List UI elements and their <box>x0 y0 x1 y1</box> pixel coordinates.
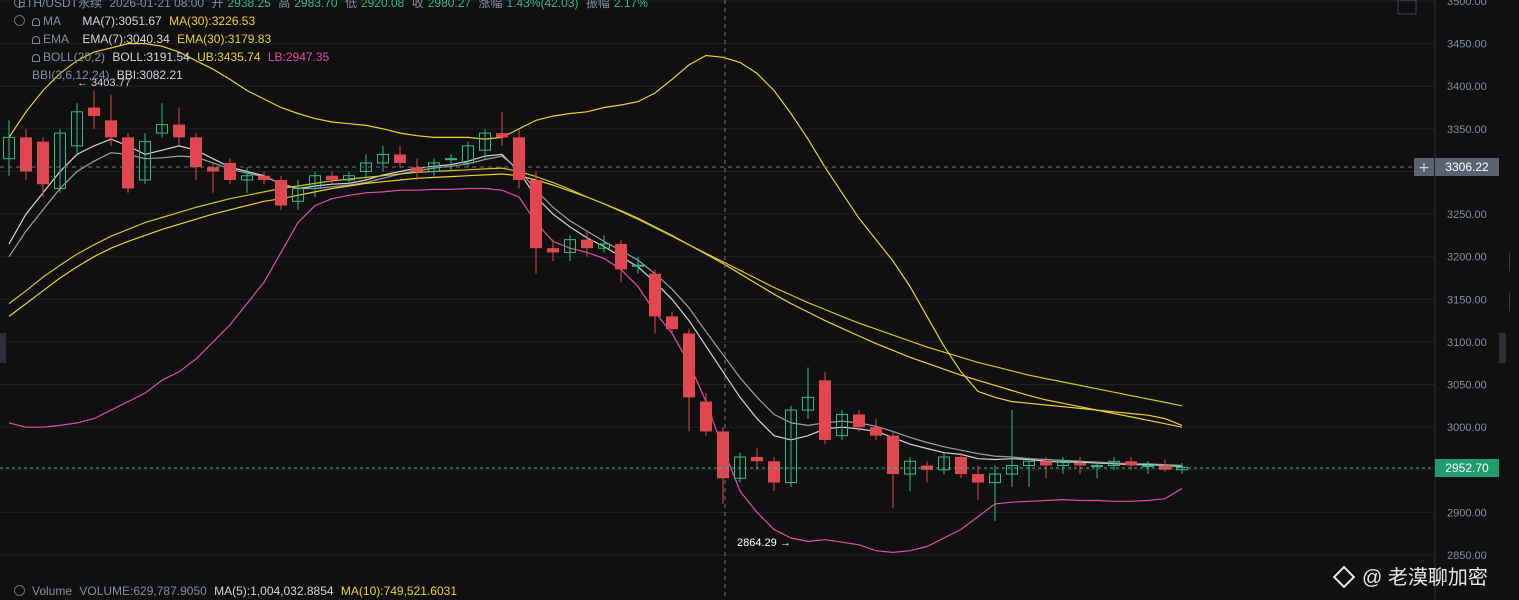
candle-body <box>632 264 644 267</box>
candle-body <box>751 456 763 462</box>
candle-body <box>768 461 780 483</box>
y-tick-label: 3050.00 <box>1447 380 1487 392</box>
candle-body <box>581 239 593 249</box>
side-tool-icon[interactable] <box>1509 293 1519 311</box>
series-line-ma-7-b <box>8 152 1183 467</box>
series-line-ma-30- <box>8 173 1183 428</box>
candle-body <box>173 124 185 138</box>
candle-body <box>20 137 32 172</box>
y-tick-label: 3100.00 <box>1447 337 1487 349</box>
candle-body <box>326 175 338 180</box>
candle-body <box>870 427 882 436</box>
y-tick-label: 3250.00 <box>1447 209 1487 221</box>
candle-body <box>122 137 134 189</box>
crosshair-price-tag: 3306.22 <box>1435 158 1499 176</box>
candle-body <box>190 137 202 168</box>
candle-body <box>717 431 729 479</box>
watermark: @ 老漠聊加密 <box>1332 561 1488 590</box>
y-tick-label: 3150.00 <box>1447 294 1487 306</box>
candle-body <box>1040 461 1052 466</box>
kline-chart[interactable]: 3500.003450.003400.003350.003300.003250.… <box>0 0 1519 600</box>
side-tool-icon[interactable] <box>1509 253 1519 271</box>
candle-body <box>972 474 984 483</box>
candle-body <box>683 333 695 398</box>
candle-body <box>615 243 627 270</box>
candle-body <box>207 167 219 172</box>
candle-body <box>258 175 270 180</box>
indicator-lines <box>8 43 1183 554</box>
candle-body <box>513 137 525 180</box>
candle-body <box>955 456 967 475</box>
candle-body <box>819 380 831 440</box>
candle-body <box>445 158 457 161</box>
left-collapse-handle[interactable] <box>0 333 6 363</box>
y-tick-label: 3500.00 <box>1447 0 1487 8</box>
candle-body <box>666 316 678 330</box>
candle-body <box>700 401 712 432</box>
y-tick-label: 3000.00 <box>1447 422 1487 434</box>
candle-body <box>275 179 287 206</box>
candle-body <box>1074 462 1086 466</box>
watermark-text: @ 老漠聊加密 <box>1362 567 1488 589</box>
series-line-ub <box>8 43 1183 426</box>
y-tick-label: 3350.00 <box>1447 124 1487 136</box>
plus-icon[interactable]: + <box>1418 160 1430 176</box>
candle-body <box>394 154 406 163</box>
low-marker: 2864.29 → <box>737 537 791 549</box>
last-price-tag: 2952.70 <box>1435 459 1499 477</box>
candle-body <box>496 133 508 138</box>
candle-body <box>105 120 117 138</box>
series-line-lb <box>8 187 1183 554</box>
candle-body <box>1142 465 1154 468</box>
candle-body <box>853 414 865 428</box>
high-marker: ← 3403.77 <box>77 77 131 89</box>
right-collapse-handle[interactable] <box>1499 333 1506 363</box>
candle-body <box>411 167 423 172</box>
candle-body <box>649 273 661 317</box>
candle-body <box>224 162 236 180</box>
candle-body <box>1091 465 1103 468</box>
y-tick-label: 3400.00 <box>1447 81 1487 93</box>
series-line-ma-30-b <box>8 167 1183 407</box>
corner-box[interactable] <box>1397 0 1417 15</box>
price-axis[interactable]: 3500.003450.003400.003350.003300.003250.… <box>1434 0 1487 600</box>
candle-body <box>530 179 542 249</box>
candle-body <box>88 107 100 117</box>
candle-body <box>547 248 559 253</box>
y-tick-label: 2900.00 <box>1447 507 1487 519</box>
y-tick-label: 3450.00 <box>1447 39 1487 51</box>
y-tick-label: 3200.00 <box>1447 252 1487 264</box>
candle-body <box>37 141 49 185</box>
binance-logo-icon <box>1332 565 1356 589</box>
series-line-ma-7- <box>8 138 1183 467</box>
candle-body <box>1125 461 1137 466</box>
